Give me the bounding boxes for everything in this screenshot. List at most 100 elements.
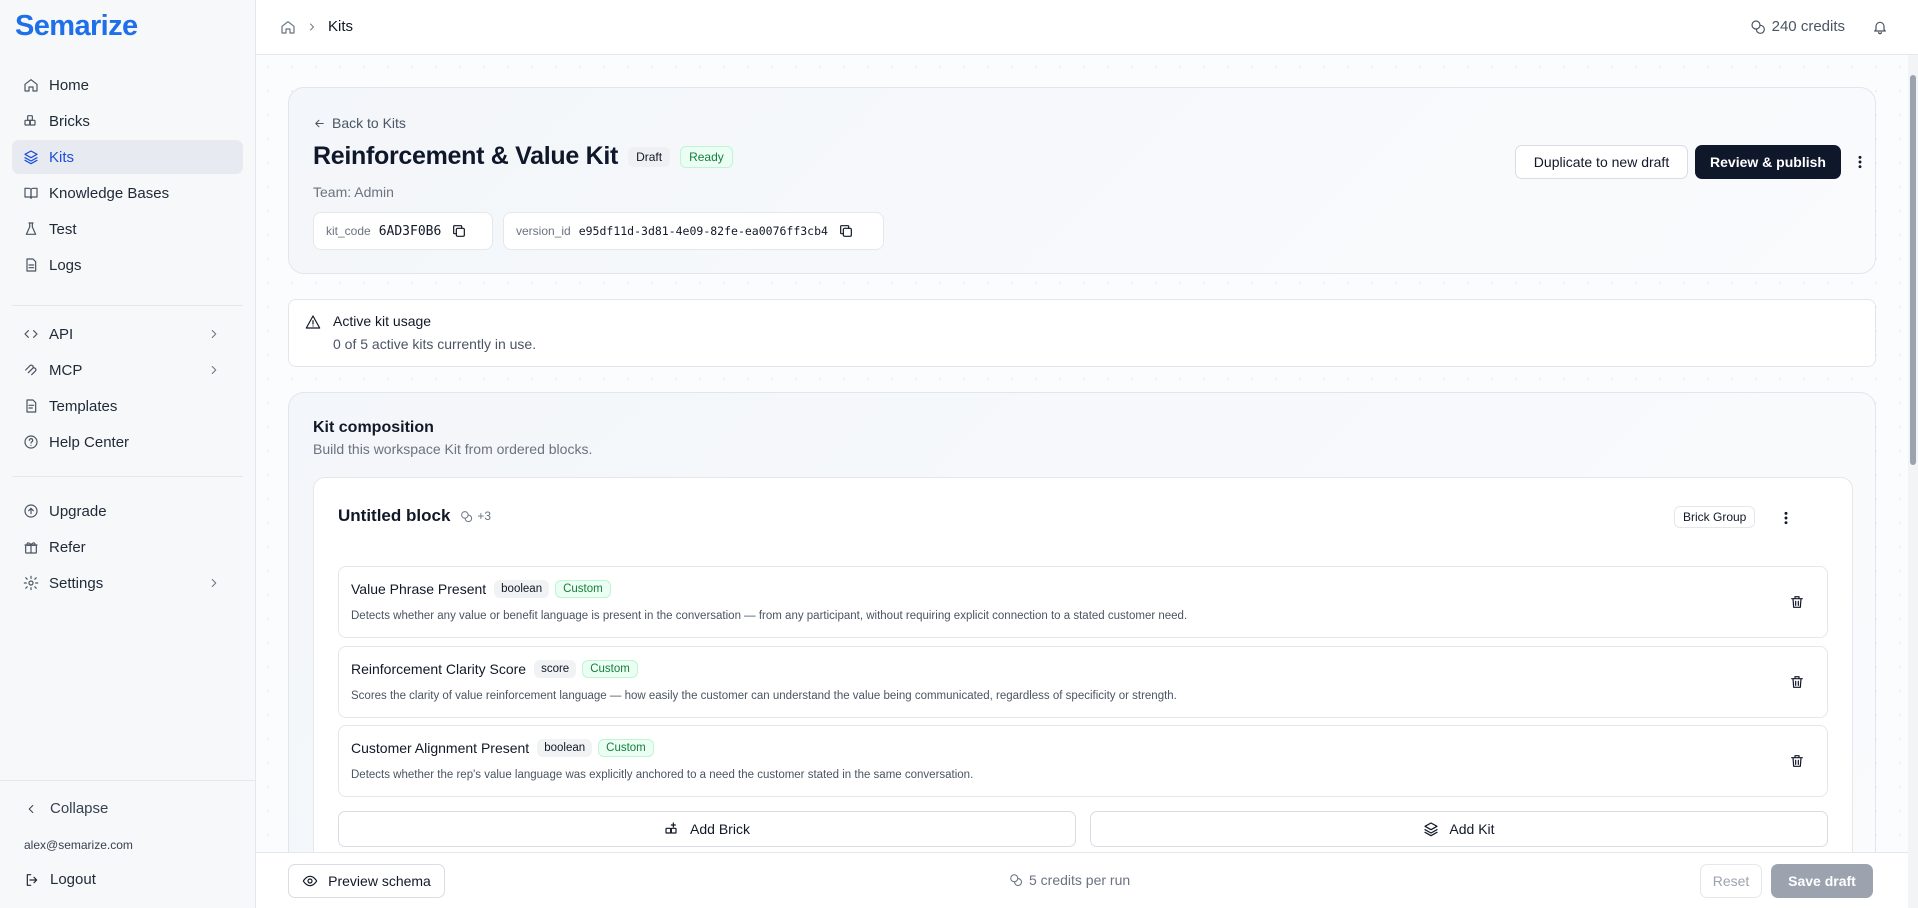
sidebar-footer (0, 780, 255, 781)
gear-icon (23, 575, 39, 591)
composition-title: Kit composition (313, 419, 434, 436)
sidebar-item-refer[interactable]: Refer (12, 530, 243, 564)
bell-icon[interactable] (1872, 19, 1888, 35)
logout-label: Logout (50, 871, 96, 888)
block-name[interactable]: Untitled block (338, 506, 450, 526)
add-brick-button[interactable]: Add Brick (338, 811, 1076, 847)
collapse-label: Collapse (50, 800, 109, 817)
composition-block: Untitled block +3 Brick Group Value Phra… (313, 477, 1853, 908)
more-vertical-icon[interactable] (1852, 154, 1868, 170)
save-draft-button[interactable]: Save draft (1771, 864, 1873, 898)
sidebar-item-templates[interactable]: Templates (12, 389, 243, 423)
credits-balance: 240 credits (1750, 18, 1845, 35)
warning-icon (305, 315, 321, 329)
sidebar-item-label: Refer (49, 538, 86, 556)
user-email: alex@semarize.com (24, 838, 133, 852)
home-icon[interactable] (280, 19, 296, 35)
chevron-left-icon (28, 804, 34, 813)
credits-label: 240 credits (1771, 18, 1845, 35)
composition-subtitle: Build this workspace Kit from ordered bl… (313, 441, 593, 457)
sidebar-item-label: Upgrade (49, 502, 107, 520)
breadcrumb: Kits (280, 18, 353, 35)
template-icon (26, 399, 37, 413)
block-header: Untitled block +3 (338, 506, 491, 526)
sidebar-item-mcp[interactable]: MCP (12, 353, 243, 387)
breadcrumb-current: Kits (328, 18, 354, 35)
trash-icon[interactable] (1789, 674, 1805, 690)
more-vertical-icon[interactable] (1778, 510, 1794, 526)
book-icon (24, 187, 38, 199)
trash-icon[interactable] (1789, 753, 1805, 769)
sidebar-item-label: Test (49, 220, 77, 238)
status-badge-ready: Ready (680, 145, 733, 168)
add-kit-label: Add Kit (1449, 821, 1495, 837)
sidebar-item-kits[interactable]: Kits (12, 140, 243, 174)
block-meta-label: +3 (477, 509, 492, 523)
sidebar-item-label: Kits (49, 148, 75, 166)
coins-icon (1010, 874, 1023, 887)
brick-header: Customer Alignment Present boolean Custo… (351, 739, 654, 757)
sidebar-item-api[interactable]: API (12, 317, 243, 351)
code-icon (24, 330, 38, 338)
status-badge-draft: Draft (628, 146, 671, 167)
review-publish-button[interactable]: Review & publish (1695, 145, 1841, 179)
brick-source-badge: Custom (598, 739, 654, 757)
logout-button[interactable]: Logout (24, 871, 96, 888)
credits-per-run-label: 5 credits per run (1029, 872, 1131, 888)
duplicate-draft-button[interactable]: Duplicate to new draft (1515, 145, 1688, 179)
brick-header: Value Phrase Present boolean Custom (351, 580, 611, 598)
page-scrollbar[interactable] (1908, 55, 1918, 908)
sidebar-item-home[interactable]: Home (12, 68, 243, 102)
copy-icon[interactable] (451, 223, 467, 239)
credits-per-run: 5 credits per run (1009, 872, 1130, 888)
kit-header-card: Back to Kits Reinforcement & Value Kit D… (288, 87, 1876, 274)
block-type-badge: Brick Group (1674, 506, 1756, 528)
sidebar-item-bricks[interactable]: Bricks (12, 104, 243, 138)
add-kit-button[interactable]: Add Kit (1090, 811, 1828, 847)
sidebar-item-settings[interactable]: Settings (12, 566, 243, 600)
kit-code-key: kit_code (326, 224, 371, 238)
sidebar-item-label: Knowledge Bases (49, 184, 170, 202)
help-icon (24, 435, 38, 449)
back-to-kits-link[interactable]: Back to Kits (313, 115, 406, 131)
brick-row: Reinforcement Clarity Score score Custom… (338, 646, 1828, 718)
kit-code-box: kit_code 6AD3F0B6 (313, 212, 493, 250)
sidebar-item-upgrade[interactable]: Upgrade (12, 494, 243, 528)
chevron-right-icon (211, 365, 217, 375)
reset-button[interactable]: Reset (1700, 864, 1762, 898)
collapse-button[interactable]: Collapse (24, 800, 108, 817)
sidebar-item-logs[interactable]: Logs (12, 248, 243, 282)
flask-icon (25, 222, 37, 235)
brick-type-badge: score (534, 660, 577, 678)
brick-source-badge: Custom (582, 660, 638, 678)
sidebar-item-test[interactable]: Test (12, 212, 243, 246)
brick-source-badge: Custom (555, 580, 611, 598)
chevron-right-icon (211, 578, 217, 588)
sidebar-divider (12, 305, 243, 306)
chevron-right-icon (310, 23, 314, 30)
preview-schema-button[interactable]: Preview schema (288, 864, 445, 898)
sidebar-item-help-center[interactable]: Help Center (12, 425, 243, 459)
sidebar: Semarize Home Bricks Kits Knowledge Base… (0, 0, 256, 908)
sidebar-secondary-nav: API MCP Templates Help Center (12, 317, 243, 461)
copy-icon[interactable] (838, 223, 854, 239)
kit-code-value: 6AD3F0B6 (378, 223, 442, 239)
brick-row: Customer Alignment Present boolean Custo… (338, 725, 1828, 797)
coins-icon (1751, 19, 1765, 34)
brick-row: Value Phrase Present boolean Custom Dete… (338, 566, 1828, 638)
kit-composition-card: Kit composition Build this workspace Kit… (288, 392, 1876, 908)
add-brick-label: Add Brick (690, 821, 750, 837)
brick-name: Value Phrase Present (351, 581, 487, 597)
block-credits-meta: +3 (460, 509, 491, 523)
active-kit-usage-alert: Active kit usage 0 of 5 active kits curr… (288, 299, 1876, 367)
trash-icon[interactable] (1789, 594, 1805, 610)
action-footer: Preview schema 5 credits per run Reset S… (256, 852, 1908, 908)
app-logo[interactable]: Semarize (15, 10, 138, 43)
sidebar-item-knowledge-bases[interactable]: Knowledge Bases (12, 176, 243, 210)
version-id-key: version_id (516, 224, 571, 238)
brick-type-badge: boolean (537, 739, 593, 757)
sidebar-item-label: Logs (49, 256, 82, 274)
scrollbar-thumb[interactable] (1910, 75, 1916, 465)
sidebar-item-label: Help Center (49, 433, 130, 451)
usage-title: Active kit usage (333, 313, 432, 329)
